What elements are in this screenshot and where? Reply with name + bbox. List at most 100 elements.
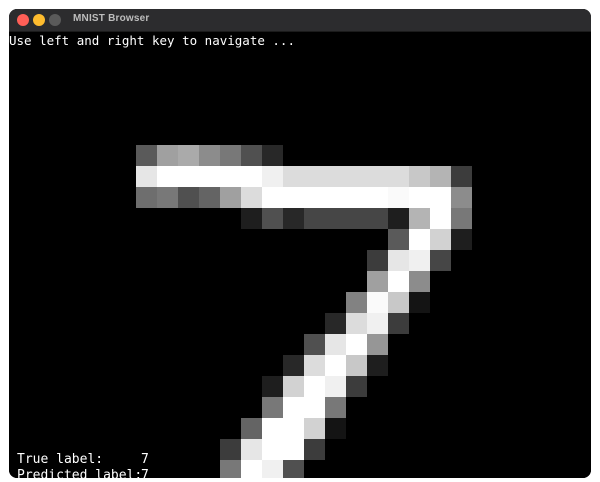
- digit-pixel: [388, 166, 409, 187]
- digit-pixel: [325, 187, 346, 208]
- digit-pixel: [262, 376, 283, 397]
- predicted-label-row: Predicted label: 7: [17, 468, 149, 478]
- digit-pixel: [220, 460, 241, 478]
- digit-pixel: [409, 166, 430, 187]
- digit-pixel: [136, 187, 157, 208]
- digit-pixel: [346, 376, 367, 397]
- digit-pixel: [136, 166, 157, 187]
- digit-pixel: [346, 292, 367, 313]
- digit-pixel: [157, 166, 178, 187]
- digit-pixel: [304, 166, 325, 187]
- digit-pixel: [136, 145, 157, 166]
- digit-pixel: [262, 439, 283, 460]
- digit-pixel: [262, 145, 283, 166]
- close-window-button[interactable]: [17, 14, 29, 26]
- digit-pixel: [346, 208, 367, 229]
- digit-pixel: [283, 208, 304, 229]
- predicted-label-key: Predicted label:: [17, 468, 143, 478]
- digit-pixel: [430, 166, 451, 187]
- digit-pixel: [451, 187, 472, 208]
- digit-pixel: [283, 376, 304, 397]
- digit-pixel: [241, 208, 262, 229]
- true-label-row: True label: 7: [17, 452, 149, 468]
- digit-pixel: [283, 355, 304, 376]
- digit-pixel: [388, 250, 409, 271]
- digit-pixel: [283, 397, 304, 418]
- window-title: MNIST Browser: [73, 13, 150, 24]
- digit-pixel: [178, 166, 199, 187]
- digit-pixel: [325, 334, 346, 355]
- digit-pixel: [283, 418, 304, 439]
- digit-pixel: [157, 145, 178, 166]
- digit-pixel: [262, 397, 283, 418]
- digit-pixel: [409, 250, 430, 271]
- digit-viewer-canvas[interactable]: Use left and right key to navigate ... T…: [9, 32, 591, 478]
- digit-pixel: [241, 187, 262, 208]
- digit-pixel: [304, 376, 325, 397]
- digit-pixel: [325, 166, 346, 187]
- digit-pixel: [367, 166, 388, 187]
- digit-pixel: [346, 187, 367, 208]
- digit-pixel: [283, 460, 304, 478]
- true-label-value: 7: [141, 452, 149, 467]
- digit-pixel: [346, 313, 367, 334]
- digit-pixel: [430, 208, 451, 229]
- digit-pixel: [220, 439, 241, 460]
- zoom-window-button[interactable]: [49, 14, 61, 26]
- predicted-label-value: 7: [141, 468, 149, 478]
- digit-pixel: [367, 187, 388, 208]
- digit-pixel: [388, 292, 409, 313]
- digit-pixel: [283, 166, 304, 187]
- digit-pixel: [325, 376, 346, 397]
- digit-pixel: [241, 418, 262, 439]
- title-bar: MNIST Browser: [9, 9, 591, 32]
- digit-pixel: [283, 187, 304, 208]
- app-window: MNIST Browser Use left and right key to …: [9, 9, 591, 478]
- digit-pixel: [346, 334, 367, 355]
- digit-pixel: [346, 166, 367, 187]
- digit-pixel: [388, 229, 409, 250]
- digit-pixel: [367, 208, 388, 229]
- digit-pixel: [325, 397, 346, 418]
- digit-pixel: [409, 187, 430, 208]
- digit-pixel: [409, 292, 430, 313]
- digit-pixel: [241, 145, 262, 166]
- digit-pixel: [178, 187, 199, 208]
- digit-pixel: [388, 313, 409, 334]
- digit-pixel: [430, 229, 451, 250]
- minimize-window-button[interactable]: [33, 14, 45, 26]
- digit-pixel: [304, 397, 325, 418]
- digit-pixel: [325, 355, 346, 376]
- digit-pixel: [199, 145, 220, 166]
- digit-pixel: [304, 208, 325, 229]
- digit-pixel: [283, 439, 304, 460]
- digit-pixel: [430, 187, 451, 208]
- digit-pixel: [241, 460, 262, 478]
- digit-pixel: [325, 313, 346, 334]
- digit-pixel: [241, 166, 262, 187]
- digit-pixel: [220, 145, 241, 166]
- digit-pixel: [241, 439, 262, 460]
- digit-pixel: [367, 271, 388, 292]
- digit-pixel: [304, 439, 325, 460]
- digit-pixel: [451, 229, 472, 250]
- digit-pixel: [262, 166, 283, 187]
- digit-pixel: [367, 334, 388, 355]
- digit-pixel: [262, 460, 283, 478]
- digit-pixel: [409, 208, 430, 229]
- digit-pixel: [157, 187, 178, 208]
- digit-pixel: [304, 418, 325, 439]
- digit-pixel: [325, 208, 346, 229]
- digit-pixel: [346, 355, 367, 376]
- digit-pixel: [304, 334, 325, 355]
- digit-pixel: [262, 418, 283, 439]
- digit-pixel: [325, 418, 346, 439]
- digit-pixel: [220, 166, 241, 187]
- digit-pixel: [451, 166, 472, 187]
- digit-pixel: [199, 187, 220, 208]
- digit-pixel: [367, 355, 388, 376]
- digit-pixel: [430, 250, 451, 271]
- digit-pixel: [304, 355, 325, 376]
- digit-pixel: [409, 271, 430, 292]
- labels-panel: True label: 7 Predicted label: 7: [17, 452, 149, 478]
